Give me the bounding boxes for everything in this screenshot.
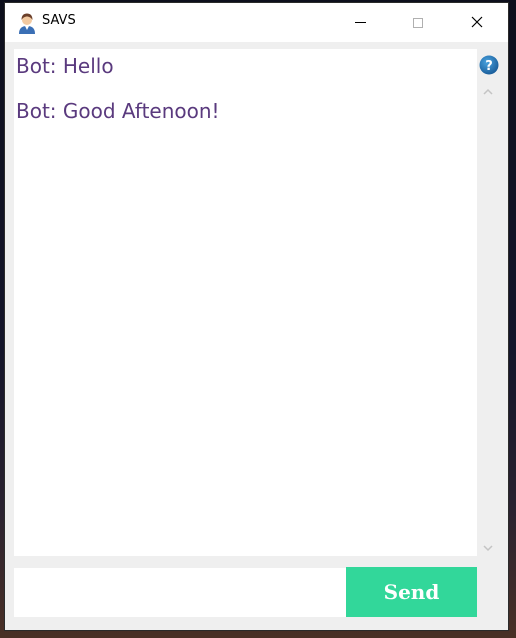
chevron-up-icon[interactable]	[482, 83, 494, 95]
title-bar[interactable]: SAVS	[5, 3, 508, 42]
app-window: SAVS Bot: Hello Bot: Good Aftenoon! ? Se…	[5, 3, 508, 630]
maximize-button[interactable]	[389, 3, 447, 42]
svg-text:?: ?	[485, 59, 493, 74]
user-avatar-icon	[17, 12, 37, 34]
help-icon[interactable]: ?	[479, 55, 499, 75]
chat-log[interactable]: Bot: Hello Bot: Good Aftenoon!	[14, 49, 477, 556]
message-input[interactable]	[14, 568, 346, 617]
send-button[interactable]: Send	[346, 567, 477, 617]
chat-message: Bot: Hello	[16, 54, 114, 78]
minimize-button[interactable]	[331, 3, 389, 42]
window-title: SAVS	[42, 13, 76, 28]
close-icon	[471, 13, 483, 32]
maximize-icon	[413, 17, 423, 28]
chat-message: Bot: Good Aftenoon!	[16, 99, 220, 123]
minimize-icon	[354, 22, 366, 23]
chevron-down-icon[interactable]	[482, 539, 494, 552]
close-button[interactable]	[448, 3, 506, 42]
